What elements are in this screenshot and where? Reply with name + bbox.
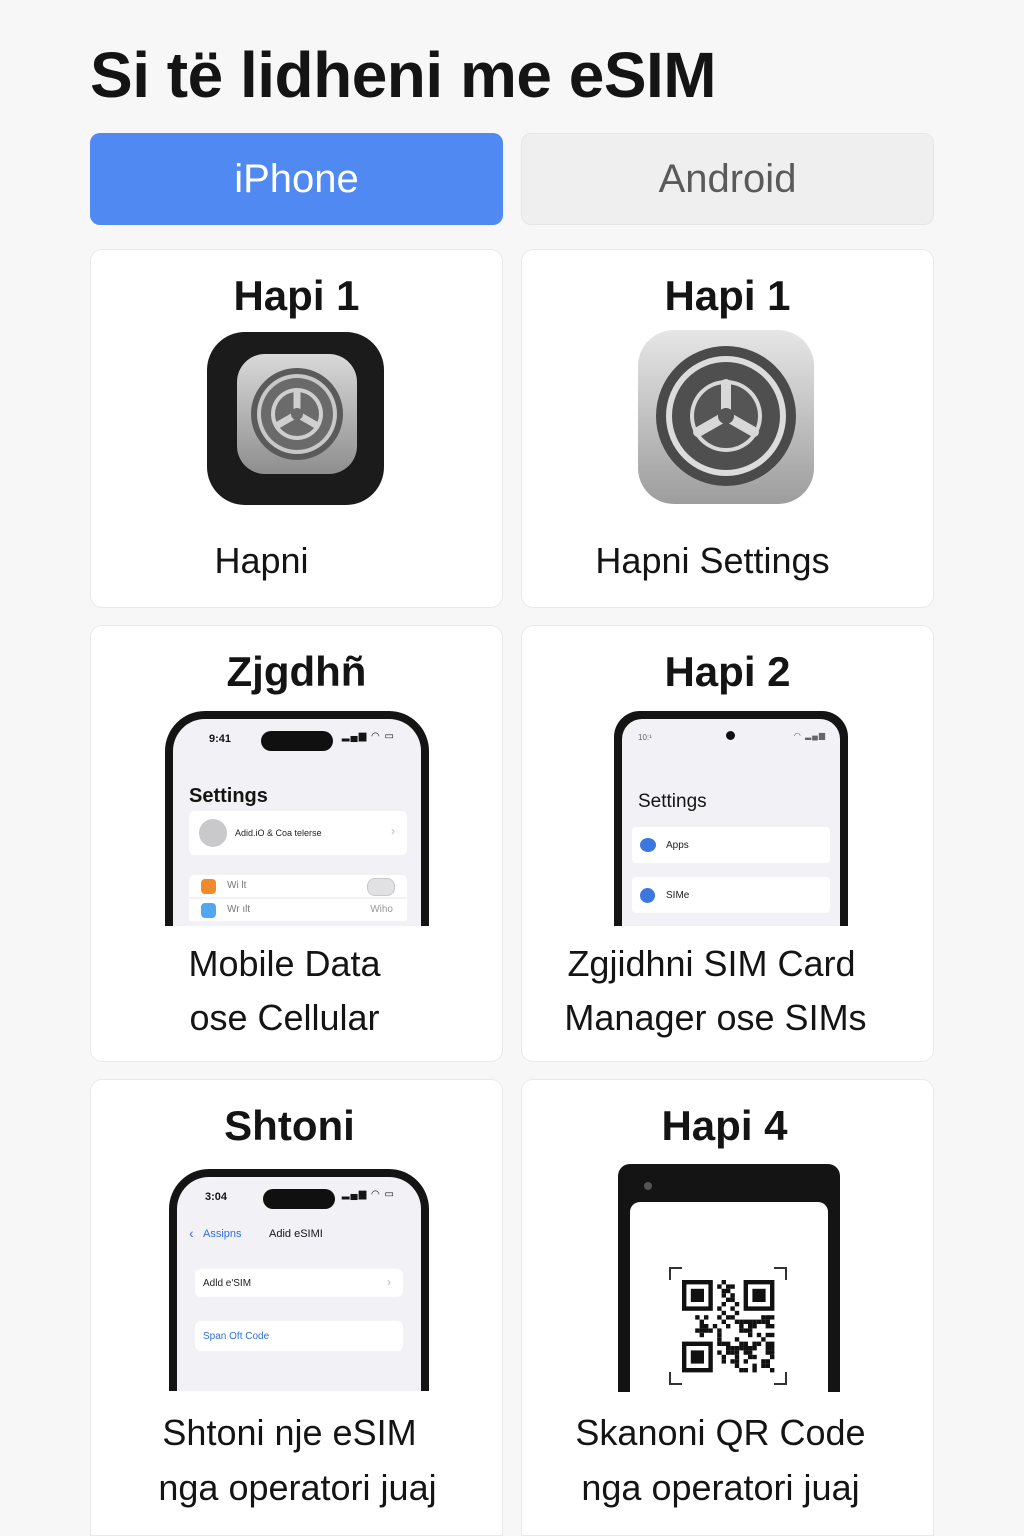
blue-icon <box>201 903 216 918</box>
chevron-right-icon: › <box>391 824 395 838</box>
page-title: Si të lidheni me eSIM <box>90 39 717 111</box>
step-title: Hapi 1 <box>233 272 360 319</box>
row-label: Span Oft Code <box>203 1331 270 1342</box>
signal-wifi-battery-icon: ◠ ▂▄▆ <box>793 731 826 740</box>
toggle-switch[interactable] <box>367 878 395 896</box>
step-description: Manager ose SIMs <box>564 997 867 1038</box>
tab-iphone[interactable]: iPhone <box>90 133 503 225</box>
step-title: Hapi 2 <box>664 648 791 695</box>
dynamic-island <box>261 731 333 751</box>
settings-row[interactable]: Wi lt <box>189 875 407 897</box>
step-description: Zgjidhni SIM Card <box>567 943 856 984</box>
row-label: Wr ılt <box>227 904 251 915</box>
step-card-android-4: Hapi 4 Skanoni QR Code nga operatori jua… <box>521 1079 934 1536</box>
row-label: Apps <box>666 840 689 851</box>
tab-android[interactable]: Android <box>521 133 934 225</box>
step-card-android-1: Hapi 1 Hapni Settings <box>521 249 934 608</box>
signal-wifi-battery-icon: ▂▄▆ ◠ ▭ <box>341 1189 395 1200</box>
step-title: Hapi 1 <box>664 272 791 319</box>
settings-row-sims[interactable]: SIMe <box>632 877 830 913</box>
camera-hole <box>726 731 735 740</box>
row-value: Wiho <box>370 904 393 915</box>
account-row[interactable]: Adid.iO & Coa telerse › <box>189 811 407 855</box>
phone-screen: 9:41 ▂▄▆ ◠ ▭ Settings Adid.iO & Coa tele… <box>173 719 421 926</box>
account-label: Adid.iO & Coa telerse <box>235 828 322 838</box>
step-card-iphone-1: Hapi 1 Hapni <box>90 249 503 608</box>
phone-screen: 3:04 ▂▄▆ ◠ ▭ ‹ Assipns Adid eSIMI Adld e… <box>177 1177 421 1391</box>
step-description: nga operatori juaj <box>158 1467 437 1508</box>
step-title: Hapi 4 <box>661 1102 788 1149</box>
settings-gear-icon <box>638 330 814 504</box>
step-card-android-2: Hapi 2 10:¹ ◠ ▂▄▆ Settings Apps SIMe Zgj… <box>521 625 934 1062</box>
settings-row[interactable]: Wr ılt Wiho <box>189 899 407 921</box>
row-label: Adld e'SIM <box>203 1278 252 1289</box>
step-card-iphone-3: Shtoni 3:04 ▂▄▆ ◠ ▭ ‹ Assipns Adid eSIMI… <box>90 1079 503 1536</box>
orange-icon <box>201 879 216 894</box>
qr-code-icon <box>668 1266 788 1386</box>
avatar-icon <box>199 819 227 847</box>
step-description: nga operatori juaj <box>581 1467 860 1508</box>
step-description: Skanoni QR Code <box>575 1412 866 1453</box>
phone-mockup: 10:¹ ◠ ▂▄▆ Settings Apps SIMe <box>614 711 848 926</box>
add-esim-row[interactable]: Adld e'SIM › <box>195 1269 403 1297</box>
step-description: Hapni Settings <box>595 540 830 581</box>
nav-title: Adid eSIMI <box>269 1228 323 1240</box>
step-title: Shtoni <box>224 1102 355 1149</box>
phone-mockup: 9:41 ▂▄▆ ◠ ▭ Settings Adid.iO & Coa tele… <box>165 711 429 926</box>
step-card-iphone-2: Zjgdhñ 9:41 ▂▄▆ ◠ ▭ Settings Adid.iO & C… <box>90 625 503 1062</box>
camera-dot <box>644 1182 652 1190</box>
settings-gear-icon <box>207 332 384 505</box>
status-time: 10:¹ <box>638 733 652 742</box>
row-label: SIMe <box>666 890 690 901</box>
phone-mockup <box>618 1164 840 1392</box>
back-chevron-icon[interactable]: ‹ <box>189 1225 194 1241</box>
phone-screen <box>630 1202 828 1392</box>
row-label: Wi lt <box>227 880 247 891</box>
screen-heading: Settings <box>189 785 268 807</box>
step-title: Zjgdhñ <box>226 648 367 695</box>
dynamic-island <box>263 1189 335 1209</box>
step-description: Shtoni nje eSIM <box>162 1412 417 1453</box>
status-time: 3:04 <box>205 1191 228 1203</box>
back-label[interactable]: Assipns <box>203 1228 242 1240</box>
phone-screen: 10:¹ ◠ ▂▄▆ Settings Apps SIMe <box>622 719 840 926</box>
signal-wifi-battery-icon: ▂▄▆ ◠ ▭ <box>341 731 395 742</box>
scan-qr-code-row[interactable]: Span Oft Code <box>195 1321 403 1351</box>
settings-row-apps[interactable]: Apps <box>632 827 830 863</box>
step-description: Mobile Data <box>188 943 381 984</box>
apps-icon <box>640 838 656 852</box>
step-description: ose Cellular <box>189 997 380 1038</box>
sim-icon <box>640 888 655 903</box>
step-description: Hapni <box>214 540 309 581</box>
phone-mockup: 3:04 ▂▄▆ ◠ ▭ ‹ Assipns Adid eSIMI Adld e… <box>169 1169 429 1391</box>
screen-heading: Settings <box>638 791 707 812</box>
chevron-right-icon: › <box>387 1275 391 1289</box>
status-time: 9:41 <box>209 733 232 745</box>
